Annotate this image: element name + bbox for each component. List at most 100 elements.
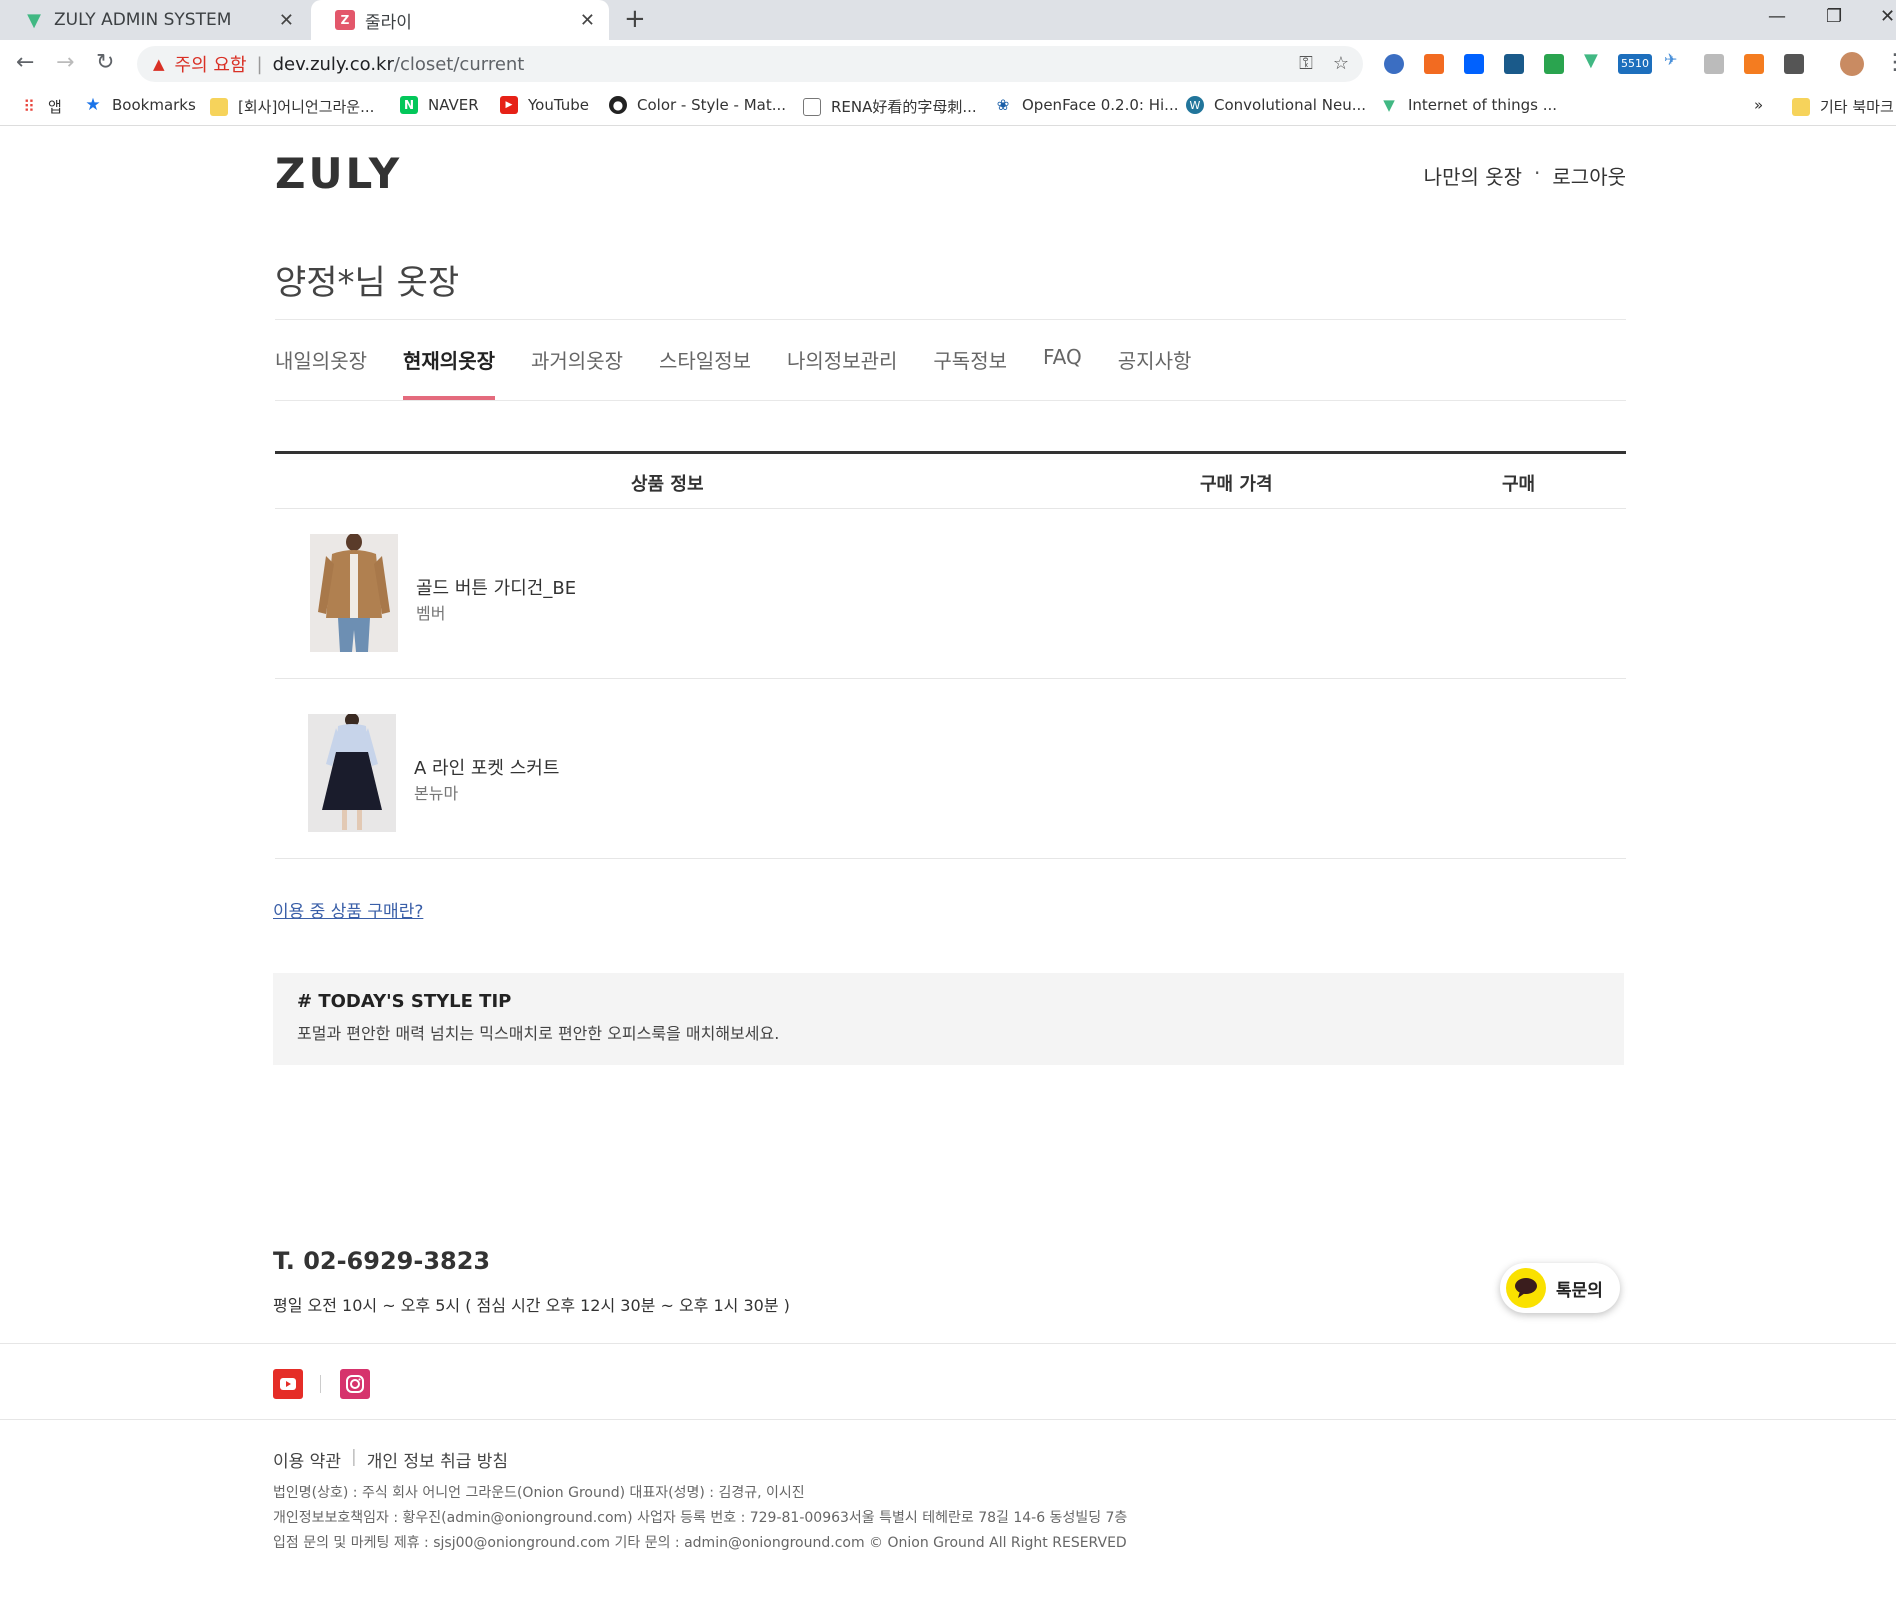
bookmark-label: [회사]어니언그라운... xyxy=(238,98,375,116)
bookmark-label: 앱 xyxy=(48,98,62,116)
globe-extension-icon[interactable] xyxy=(1384,54,1404,74)
close-tab-icon[interactable]: ✕ xyxy=(279,10,294,31)
tab-my-info[interactable]: 나의정보관리 xyxy=(787,345,897,400)
bookmark-item[interactable]: N NAVER xyxy=(400,96,479,114)
bookmark-item[interactable]: 기타 북마크 xyxy=(1792,96,1894,117)
company-info-line: 개인정보보호책임자 : 황우진(admin@onionground.com) 사… xyxy=(273,1510,1128,1526)
vue-devtools-icon[interactable]: ▼ xyxy=(1584,50,1604,71)
bookmark-label: Color - Style - Mat... xyxy=(637,96,787,114)
style-tip-box: # TODAY'S STYLE TIP 포멀과 편안한 매력 넘치는 믹스매치로… xyxy=(273,973,1624,1065)
menu-icon[interactable]: ⋮ xyxy=(1884,50,1896,75)
divider xyxy=(275,858,1626,859)
product-image[interactable] xyxy=(308,714,396,832)
product-image[interactable] xyxy=(310,534,398,652)
security-warning[interactable]: 주의 요함 xyxy=(175,51,247,77)
bookmark-label: Internet of things ... xyxy=(1408,96,1558,114)
close-window-icon[interactable]: ✕ xyxy=(1880,6,1895,27)
product-name[interactable]: 골드 버튼 가디건_BE xyxy=(416,574,576,600)
site-logo[interactable]: ZULY xyxy=(275,149,402,198)
wordpress-icon: W xyxy=(1186,96,1204,114)
extension-icon[interactable] xyxy=(1704,54,1724,74)
tab-notice[interactable]: 공지사항 xyxy=(1118,345,1192,400)
youtube-icon[interactable] xyxy=(273,1369,303,1399)
bookmarks-bar: ⠿ 앱 ★ Bookmarks [회사]어니언그라운... N NAVER ▶ … xyxy=(0,88,1896,126)
bookmark-label: YouTube xyxy=(528,96,589,114)
apps-icon: ⠿ xyxy=(23,97,35,116)
extension-icon[interactable] xyxy=(1784,54,1804,74)
browser-tab-admin[interactable]: ▼ ZULY ADMIN SYSTEM ✕ xyxy=(0,0,308,40)
zuly-icon: Z xyxy=(335,10,355,30)
browser-tab-zuly[interactable]: Z 줄라이 ✕ xyxy=(311,0,609,40)
tab-faq[interactable]: FAQ xyxy=(1043,345,1082,400)
bookmark-star-icon[interactable]: ☆ xyxy=(1333,53,1349,74)
sns-separator xyxy=(320,1375,321,1393)
bookmark-item[interactable]: W Convolutional Neu... xyxy=(1186,96,1366,114)
tab-current-closet[interactable]: 현재의옷장 xyxy=(403,345,495,400)
privacy-policy-link[interactable]: 개인 정보 취급 방침 xyxy=(367,1447,508,1472)
bookmark-item[interactable]: RENA好看的字母刺... xyxy=(803,96,977,117)
shield-extension-icon[interactable] xyxy=(1544,54,1564,74)
header-purchase: 구매 xyxy=(1502,474,1536,495)
bookmark-item[interactable]: ★ Bookmarks xyxy=(84,95,196,115)
extension-icon[interactable] xyxy=(1504,54,1524,74)
footer-hours: 평일 오전 10시 ~ 오후 5시 ( 점심 시간 오후 12시 30분 ~ 오… xyxy=(273,1296,790,1315)
table-row[interactable]: 골드 버튼 가디건_BE 벰버 xyxy=(310,534,1210,654)
bookmark-label: RENA好看的字母刺... xyxy=(831,98,977,116)
kakao-chat-button[interactable]: 톡문의 xyxy=(1500,1263,1620,1313)
purchase-info-link[interactable]: 이용 중 상품 구매란? xyxy=(273,897,423,922)
close-tab-icon[interactable]: ✕ xyxy=(580,10,595,31)
bookmark-item[interactable]: [회사]어니언그라운... xyxy=(210,96,374,117)
tab-tomorrow-closet[interactable]: 내일의옷장 xyxy=(275,345,367,400)
table-row[interactable]: A 라인 포켓 스커트 본뉴마 xyxy=(308,714,1208,834)
link-separator: | xyxy=(350,1447,357,1467)
new-tab-icon[interactable]: + xyxy=(624,4,646,34)
browser-tab-bar: ▼ ZULY ADMIN SYSTEM ✕ Z 줄라이 ✕ + — ❐ ✕ xyxy=(0,0,1896,40)
github-icon: ● xyxy=(609,96,627,114)
send-icon[interactable]: ✈ xyxy=(1664,50,1684,70)
badge-extension-icon[interactable]: 5510 xyxy=(1618,54,1652,74)
bookmark-label: Bookmarks xyxy=(112,96,196,114)
terms-link[interactable]: 이용 약관 xyxy=(273,1447,341,1472)
bookmark-item[interactable]: ● Color - Style - Mat... xyxy=(609,96,786,114)
folder-icon xyxy=(1792,97,1810,116)
bookmark-item[interactable]: ▶ YouTube xyxy=(500,96,589,114)
nav-separator: · xyxy=(1534,161,1541,185)
tab-title: ZULY ADMIN SYSTEM xyxy=(54,10,232,30)
bookmark-label: OpenFace 0.2.0: Hi... xyxy=(1022,96,1179,114)
bookmark-item[interactable]: ❀ OpenFace 0.2.0: Hi... xyxy=(994,96,1179,114)
product-brand: 벰버 xyxy=(416,604,446,623)
closet-tabs: 내일의옷장 현재의옷장 과거의옷장 스타일정보 나의정보관리 구독정보 FAQ … xyxy=(275,345,1227,400)
product-brand: 본뉴마 xyxy=(414,784,459,803)
forward-icon[interactable]: → xyxy=(56,50,74,75)
header-purchase-price: 구매 가격 xyxy=(1200,474,1273,495)
url-path: /closet/current xyxy=(393,53,525,75)
vue-icon: ▼ xyxy=(27,9,41,31)
reload-icon[interactable]: ↻ xyxy=(96,50,114,75)
page-content: ZULY 나만의 옷장 · 로그아웃 양정*님 옷장 내일의옷장 현재의옷장 과… xyxy=(0,127,1896,1607)
folder-icon xyxy=(210,97,228,116)
tab-style-info[interactable]: 스타일정보 xyxy=(659,345,751,400)
ex-extension-icon[interactable] xyxy=(1424,54,1444,74)
my-closet-link[interactable]: 나만의 옷장 xyxy=(1424,161,1522,190)
divider xyxy=(275,678,1626,679)
tab-past-closet[interactable]: 과거의옷장 xyxy=(531,345,623,400)
bookmark-apps[interactable]: ⠿ 앱 xyxy=(20,96,62,117)
back-icon[interactable]: ← xyxy=(16,50,34,75)
bookmarks-overflow-button[interactable]: » xyxy=(1754,96,1763,114)
profile-avatar[interactable] xyxy=(1840,52,1864,76)
key-icon[interactable]: ⚿ xyxy=(1299,53,1313,74)
dropbox-icon[interactable] xyxy=(1464,54,1484,74)
instagram-icon[interactable] xyxy=(340,1369,370,1399)
paw-icon: ❀ xyxy=(996,96,1010,114)
logout-link[interactable]: 로그아웃 xyxy=(1552,161,1626,190)
address-bar[interactable]: ▲ 주의 요함 | dev.zuly.co.kr /closet/current… xyxy=(137,46,1363,82)
bookmark-item[interactable]: ▼ Internet of things ... xyxy=(1380,96,1557,114)
tabs-divider xyxy=(275,400,1626,401)
chart-extension-icon[interactable] xyxy=(1744,54,1764,74)
maximize-icon[interactable]: ❐ xyxy=(1826,6,1842,27)
product-name[interactable]: A 라인 포켓 스커트 xyxy=(414,754,559,780)
bookmark-label: 기타 북마크 xyxy=(1820,98,1894,116)
minimize-icon[interactable]: — xyxy=(1768,6,1786,27)
tab-subscription[interactable]: 구독정보 xyxy=(933,345,1007,400)
footer-divider xyxy=(0,1343,1896,1344)
